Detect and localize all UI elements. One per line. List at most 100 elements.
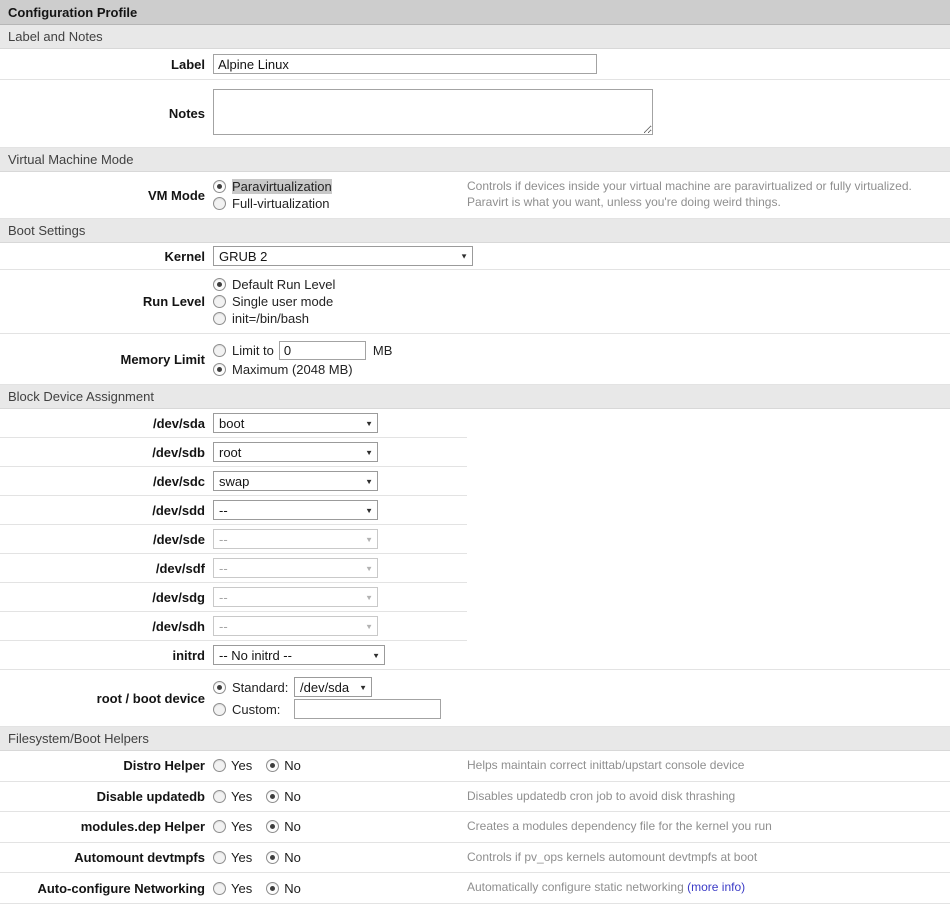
kernel-select[interactable]: GRUB 2 ▼ — [213, 246, 473, 266]
auto-network-yes-radio[interactable] — [213, 882, 226, 895]
more-info-link[interactable]: (more info) — [687, 880, 745, 894]
sdg-select-value: -- — [219, 590, 228, 605]
paravirtualization-radio-label[interactable]: Paravirtualization — [232, 179, 332, 194]
disable-updatedb-no-radio[interactable] — [266, 790, 279, 803]
dropdown-arrow-icon: ▼ — [365, 419, 373, 427]
kernel-select-value: GRUB 2 — [219, 249, 267, 264]
yes-radio-label[interactable]: Yes — [231, 881, 252, 896]
maximum-memory-radio-label[interactable]: Maximum (2048 MB) — [232, 362, 353, 377]
dropdown-arrow-icon: ▼ — [460, 252, 468, 260]
yes-radio-label[interactable]: Yes — [231, 819, 252, 834]
sdg-select[interactable]: -- ▼ — [213, 587, 378, 607]
vm-mode-option-paravirtualization: Paravirtualization — [213, 179, 467, 194]
no-radio-label[interactable]: No — [284, 789, 301, 804]
distro-helper-help: Helps maintain correct inittab/upstart c… — [467, 758, 950, 774]
device-label: /dev/sdf — [0, 561, 205, 576]
block-device-row-sdf: /dev/sdf -- ▼ — [0, 554, 467, 583]
default-run-level-radio[interactable] — [213, 278, 226, 291]
sde-select-value: -- — [219, 532, 228, 547]
standard-device-select[interactable]: /dev/sda ▼ — [294, 677, 372, 697]
vm-mode-label: VM Mode — [0, 188, 205, 203]
dropdown-arrow-icon: ▼ — [372, 651, 380, 659]
dropdown-arrow-icon: ▼ — [365, 622, 373, 630]
label-field-label: Label — [0, 57, 205, 72]
dropdown-arrow-icon: ▼ — [365, 593, 373, 601]
sdc-select[interactable]: swap ▼ — [213, 471, 378, 491]
disable-updatedb-label: Disable updatedb — [0, 789, 205, 804]
yes-radio-label[interactable]: Yes — [231, 758, 252, 773]
disable-updatedb-yes-radio[interactable] — [213, 790, 226, 803]
sdd-select[interactable]: -- ▼ — [213, 500, 378, 520]
single-user-mode-radio-label[interactable]: Single user mode — [232, 294, 333, 309]
dropdown-arrow-icon: ▼ — [365, 535, 373, 543]
modules-dep-yes-radio[interactable] — [213, 820, 226, 833]
section-title: Filesystem/Boot Helpers — [8, 731, 149, 746]
standard-device-select-value: /dev/sda — [300, 680, 349, 695]
custom-device-radio-label[interactable]: Custom: — [232, 702, 294, 717]
root-boot-device-row: root / boot device Standard: /dev/sda ▼ … — [0, 670, 950, 727]
vm-mode-help: Controls if devices inside your virtual … — [467, 179, 950, 210]
no-radio-label[interactable]: No — [284, 850, 301, 865]
default-run-level-radio-label[interactable]: Default Run Level — [232, 277, 335, 292]
notes-row: Notes — [0, 80, 950, 148]
no-radio-label[interactable]: No — [284, 819, 301, 834]
modules-dep-no-radio[interactable] — [266, 820, 279, 833]
auto-configure-networking-row: Auto-configure Networking Yes No Automat… — [0, 873, 950, 904]
distro-helper-no-radio[interactable] — [266, 759, 279, 772]
init-bash-radio-label[interactable]: init=/bin/bash — [232, 311, 309, 326]
single-user-mode-radio[interactable] — [213, 295, 226, 308]
memory-limit-label: Memory Limit — [0, 352, 205, 367]
standard-device-radio[interactable] — [213, 681, 226, 694]
label-input[interactable] — [213, 54, 597, 74]
paravirtualization-radio[interactable] — [213, 180, 226, 193]
notes-field-label: Notes — [0, 106, 205, 121]
custom-device-input[interactable] — [294, 699, 441, 719]
sda-select[interactable]: boot ▼ — [213, 413, 378, 433]
memory-limit-input[interactable] — [279, 341, 366, 360]
limit-to-radio-label[interactable]: Limit to — [232, 343, 274, 358]
automount-no-radio[interactable] — [266, 851, 279, 864]
dropdown-arrow-icon: ▼ — [365, 564, 373, 572]
block-device-row-sdb: /dev/sdb root ▼ — [0, 438, 467, 467]
no-radio-label[interactable]: No — [284, 758, 301, 773]
sde-select[interactable]: -- ▼ — [213, 529, 378, 549]
sdh-select-value: -- — [219, 619, 228, 634]
yes-radio-label[interactable]: Yes — [231, 789, 252, 804]
modules-dep-helper-row: modules.dep Helper Yes No Creates a modu… — [0, 812, 950, 843]
sdf-select[interactable]: -- ▼ — [213, 558, 378, 578]
device-label: /dev/sde — [0, 532, 205, 547]
automount-yes-radio[interactable] — [213, 851, 226, 864]
run-level-option-init-bash: init=/bin/bash — [213, 311, 335, 326]
block-device-row-sdd: /dev/sdd -- ▼ — [0, 496, 467, 525]
no-radio-label[interactable]: No — [284, 881, 301, 896]
init-bash-radio[interactable] — [213, 312, 226, 325]
initrd-select[interactable]: -- No initrd -- ▼ — [213, 645, 385, 665]
section-header-helpers: Filesystem/Boot Helpers — [0, 727, 950, 751]
dropdown-arrow-icon: ▼ — [359, 683, 367, 691]
sdh-select[interactable]: -- ▼ — [213, 616, 378, 636]
sdd-select-value: -- — [219, 503, 228, 518]
auto-network-no-radio[interactable] — [266, 882, 279, 895]
dropdown-arrow-icon: ▼ — [365, 448, 373, 456]
full-virtualization-radio[interactable] — [213, 197, 226, 210]
dropdown-arrow-icon: ▼ — [365, 477, 373, 485]
distro-helper-yes-radio[interactable] — [213, 759, 226, 772]
initrd-label: initrd — [0, 648, 205, 663]
dropdown-arrow-icon: ▼ — [365, 506, 373, 514]
initrd-row: initrd -- No initrd -- ▼ — [0, 641, 950, 670]
sdb-select[interactable]: root ▼ — [213, 442, 378, 462]
disable-updatedb-row: Disable updatedb Yes No Disables updated… — [0, 782, 950, 813]
root-device-option-standard: Standard: /dev/sda ▼ — [213, 677, 441, 697]
notes-textarea[interactable] — [213, 89, 653, 135]
automount-help: Controls if pv_ops kernels automount dev… — [467, 850, 950, 866]
full-virtualization-radio-label[interactable]: Full-virtualization — [232, 196, 330, 211]
standard-device-radio-label[interactable]: Standard: — [232, 680, 294, 695]
yes-radio-label[interactable]: Yes — [231, 850, 252, 865]
section-header-vm-mode: Virtual Machine Mode — [0, 148, 950, 172]
limit-to-radio[interactable] — [213, 344, 226, 357]
custom-device-radio[interactable] — [213, 703, 226, 716]
maximum-memory-radio[interactable] — [213, 363, 226, 376]
label-row: Label — [0, 49, 950, 80]
vm-mode-row: VM Mode Paravirtualization Full-virtuali… — [0, 172, 950, 219]
auto-network-help-text: Automatically configure static networkin… — [467, 880, 687, 894]
